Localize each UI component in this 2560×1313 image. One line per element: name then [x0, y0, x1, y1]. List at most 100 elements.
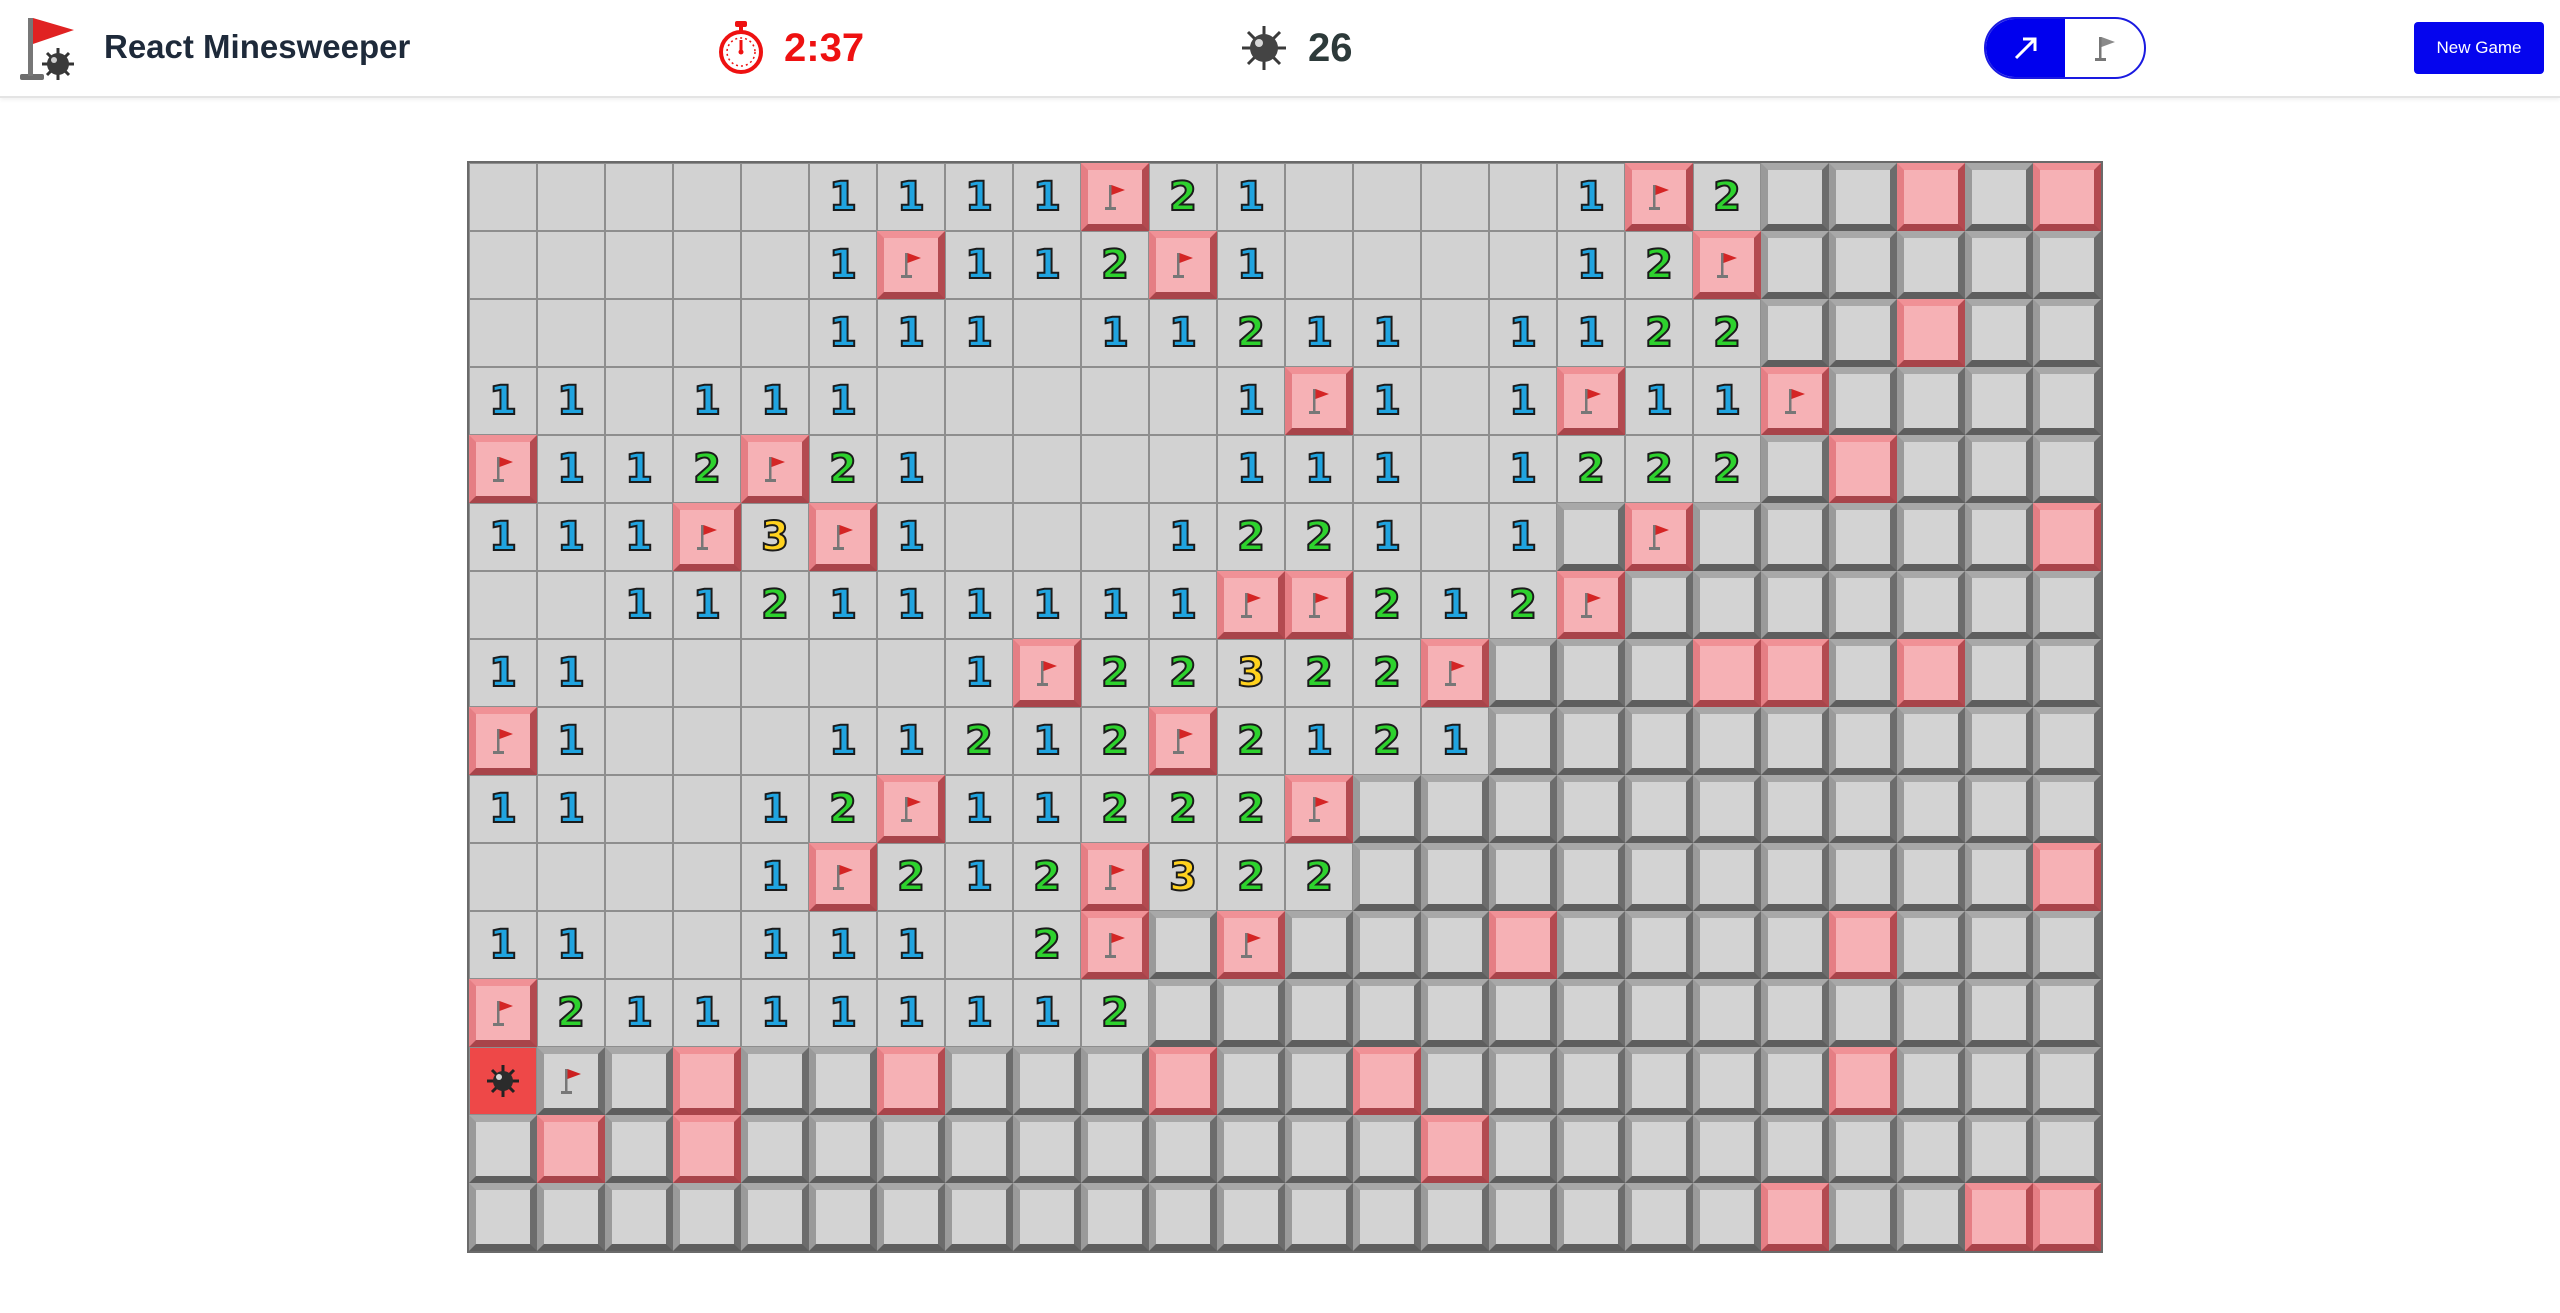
- hidden-cell[interactable]: [1829, 775, 1897, 843]
- hidden-cell[interactable]: [2033, 1115, 2101, 1183]
- revealed-cell[interactable]: 1: [469, 775, 537, 843]
- reveal-mode-button[interactable]: [1986, 19, 2065, 77]
- revealed-cell[interactable]: [1285, 231, 1353, 299]
- revealed-cell[interactable]: 2: [1217, 299, 1285, 367]
- hidden-cell[interactable]: [605, 1183, 673, 1251]
- hidden-cell[interactable]: [1965, 1115, 2033, 1183]
- revealed-cell[interactable]: [605, 775, 673, 843]
- revealed-cell[interactable]: [1013, 299, 1081, 367]
- flagged-cell[interactable]: [1353, 1047, 1421, 1115]
- revealed-cell[interactable]: [673, 231, 741, 299]
- flagged-cell[interactable]: [809, 503, 877, 571]
- hidden-cell[interactable]: [1693, 571, 1761, 639]
- hidden-cell[interactable]: [1421, 775, 1489, 843]
- flagged-cell[interactable]: [1489, 911, 1557, 979]
- revealed-cell[interactable]: 2: [1285, 503, 1353, 571]
- hidden-cell[interactable]: [1897, 843, 1965, 911]
- revealed-cell[interactable]: 1: [945, 843, 1013, 911]
- revealed-cell[interactable]: 1: [809, 163, 877, 231]
- flagged-cell[interactable]: [673, 1047, 741, 1115]
- revealed-cell[interactable]: [673, 707, 741, 775]
- revealed-cell[interactable]: 1: [1557, 231, 1625, 299]
- revealed-cell[interactable]: [1149, 435, 1217, 503]
- hidden-cell[interactable]: [1285, 911, 1353, 979]
- hidden-cell[interactable]: [1965, 979, 2033, 1047]
- revealed-cell[interactable]: 2: [1217, 707, 1285, 775]
- hidden-cell[interactable]: [1489, 843, 1557, 911]
- flagged-hidden-cell[interactable]: [537, 1047, 605, 1115]
- hidden-cell[interactable]: [1897, 1047, 1965, 1115]
- revealed-cell[interactable]: [945, 911, 1013, 979]
- revealed-cell[interactable]: 1: [877, 571, 945, 639]
- mode-toggle[interactable]: [1984, 17, 2146, 79]
- hidden-cell[interactable]: [1829, 503, 1897, 571]
- revealed-cell[interactable]: [809, 639, 877, 707]
- hidden-cell[interactable]: [2033, 299, 2101, 367]
- hidden-cell[interactable]: [1761, 503, 1829, 571]
- flagged-cell[interactable]: [1625, 503, 1693, 571]
- hidden-cell[interactable]: [1625, 1183, 1693, 1251]
- hidden-cell[interactable]: [1829, 1115, 1897, 1183]
- hidden-cell[interactable]: [945, 1115, 1013, 1183]
- revealed-cell[interactable]: 1: [1217, 163, 1285, 231]
- hidden-cell[interactable]: [1693, 707, 1761, 775]
- revealed-cell[interactable]: 1: [469, 639, 537, 707]
- hidden-cell[interactable]: [877, 1115, 945, 1183]
- hidden-cell[interactable]: [1625, 911, 1693, 979]
- hidden-cell[interactable]: [2033, 979, 2101, 1047]
- hidden-cell[interactable]: [1897, 911, 1965, 979]
- hidden-cell[interactable]: [1625, 1115, 1693, 1183]
- revealed-cell[interactable]: 1: [877, 163, 945, 231]
- flagged-cell[interactable]: [1761, 639, 1829, 707]
- revealed-cell[interactable]: 1: [809, 299, 877, 367]
- hidden-cell[interactable]: [1829, 163, 1897, 231]
- hidden-cell[interactable]: [1897, 775, 1965, 843]
- flagged-cell[interactable]: [1421, 639, 1489, 707]
- hidden-cell[interactable]: [741, 1115, 809, 1183]
- hidden-cell[interactable]: [1353, 911, 1421, 979]
- hidden-cell[interactable]: [1897, 571, 1965, 639]
- revealed-cell[interactable]: 1: [809, 911, 877, 979]
- flagged-cell[interactable]: [877, 1047, 945, 1115]
- revealed-cell[interactable]: 1: [809, 231, 877, 299]
- hidden-cell[interactable]: [1557, 707, 1625, 775]
- revealed-cell[interactable]: 1: [1489, 299, 1557, 367]
- revealed-cell[interactable]: [1421, 163, 1489, 231]
- revealed-cell[interactable]: 3: [1217, 639, 1285, 707]
- revealed-cell[interactable]: 1: [1353, 503, 1421, 571]
- revealed-cell[interactable]: 2: [1217, 775, 1285, 843]
- hidden-cell[interactable]: [1557, 503, 1625, 571]
- hidden-cell[interactable]: [1557, 843, 1625, 911]
- revealed-cell[interactable]: 1: [1149, 299, 1217, 367]
- revealed-cell[interactable]: 2: [877, 843, 945, 911]
- revealed-cell[interactable]: [469, 163, 537, 231]
- revealed-cell[interactable]: [741, 231, 809, 299]
- hidden-cell[interactable]: [1761, 435, 1829, 503]
- flagged-cell[interactable]: [1081, 843, 1149, 911]
- revealed-cell[interactable]: [605, 367, 673, 435]
- revealed-cell[interactable]: [877, 367, 945, 435]
- flagged-cell[interactable]: [1285, 775, 1353, 843]
- revealed-cell[interactable]: [877, 639, 945, 707]
- revealed-cell[interactable]: 2: [1081, 231, 1149, 299]
- hidden-cell[interactable]: [1625, 571, 1693, 639]
- hidden-cell[interactable]: [1693, 1183, 1761, 1251]
- flagged-cell[interactable]: [2033, 503, 2101, 571]
- hidden-cell[interactable]: [1693, 843, 1761, 911]
- flagged-cell[interactable]: [1897, 163, 1965, 231]
- revealed-cell[interactable]: 1: [1693, 367, 1761, 435]
- revealed-cell[interactable]: [1489, 163, 1557, 231]
- exploded-mine-cell[interactable]: [469, 1047, 537, 1115]
- revealed-cell[interactable]: [1421, 231, 1489, 299]
- revealed-cell[interactable]: [673, 775, 741, 843]
- hidden-cell[interactable]: [1353, 979, 1421, 1047]
- revealed-cell[interactable]: 1: [1625, 367, 1693, 435]
- flagged-cell[interactable]: [2033, 163, 2101, 231]
- revealed-cell[interactable]: 1: [741, 911, 809, 979]
- revealed-cell[interactable]: 1: [1217, 367, 1285, 435]
- hidden-cell[interactable]: [605, 1047, 673, 1115]
- revealed-cell[interactable]: 1: [1285, 299, 1353, 367]
- flagged-cell[interactable]: [537, 1115, 605, 1183]
- hidden-cell[interactable]: [1829, 299, 1897, 367]
- hidden-cell[interactable]: [1557, 1047, 1625, 1115]
